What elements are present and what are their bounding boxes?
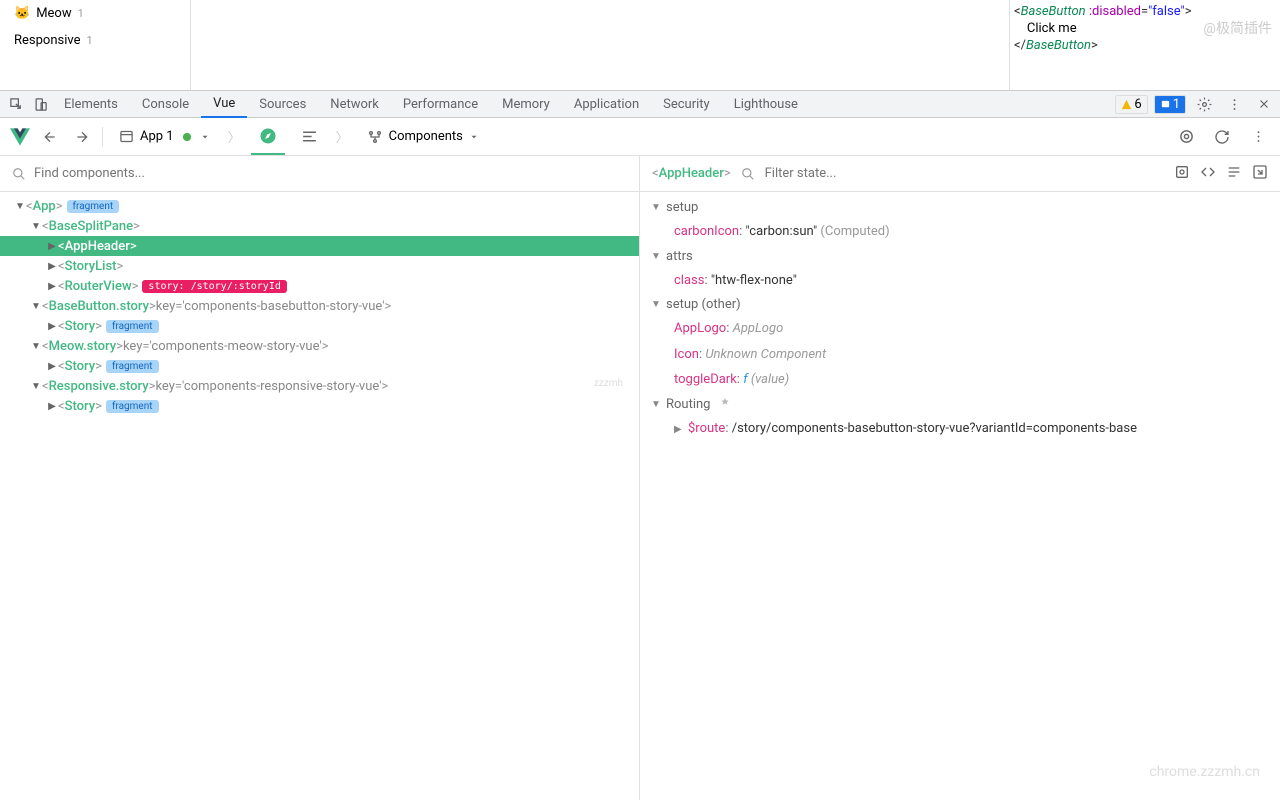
app-label: App 1: [140, 129, 174, 144]
devtools-tab-elements[interactable]: Elements: [52, 90, 130, 118]
state-section-setup[interactable]: ▼setup: [640, 196, 1280, 219]
breadcrumb-sep: 〉: [334, 127, 351, 146]
state-prop-class[interactable]: class: "htw-flex-none": [640, 268, 1280, 294]
sidebar-item-label: Meow: [36, 6, 71, 21]
tree-node-routerview[interactable]: ▶<RouterView>story: /story/:storyId: [0, 276, 639, 296]
preview-area: [190, 0, 1010, 90]
timeline-icon: [301, 128, 318, 145]
tree-icon: [367, 129, 383, 145]
devtools-tab-application[interactable]: Application: [562, 90, 651, 118]
search-icon: [12, 167, 26, 181]
component-tree-panel: zzzmh ▼<App>fragment▼<BaseSplitPane>▶<Ap…: [0, 156, 640, 800]
state-prop-carbonicon[interactable]: carbonIcon: "carbon:sun" (Computed): [640, 219, 1280, 245]
story-sidebar: 🐱 Meow 1 Responsive 1: [0, 0, 190, 90]
state-section-routing[interactable]: ▼Routing: [640, 393, 1280, 416]
tree-node-story[interactable]: ▶<Story>fragment: [0, 396, 639, 416]
state-section-setup--other-[interactable]: ▼setup (other): [640, 293, 1280, 316]
tree-node-story[interactable]: ▶<Story>fragment: [0, 356, 639, 376]
vue-toolbar: App 1 〉 〉 Components: [0, 118, 1280, 156]
status-dot-icon: [180, 130, 194, 144]
timeline-tab[interactable]: [293, 119, 326, 155]
close-icon[interactable]: [1252, 92, 1276, 116]
tree-node-app[interactable]: ▼<App>fragment: [0, 196, 639, 216]
tree-node-basesplitpane[interactable]: ▼<BaseSplitPane>: [0, 216, 639, 236]
app-selector[interactable]: App 1: [111, 119, 218, 155]
state-panel: <AppHeader> ▼setupcarbonIcon: "carbon:su…: [640, 156, 1280, 800]
state-section-attrs[interactable]: ▼attrs: [640, 245, 1280, 268]
code-snippet: @极简插件 <BaseButton :disabled="false"> Cli…: [1010, 0, 1280, 90]
state-prop-$route[interactable]: ▶$route: /story/components-basebutton-st…: [640, 416, 1280, 442]
compass-icon: [259, 127, 277, 145]
sidebar-item-count: 1: [87, 34, 93, 47]
sidebar-item-meow[interactable]: 🐱 Meow 1: [0, 0, 190, 27]
tree-node-meow-story[interactable]: ▼<Meow.story> key='components-meow-story…: [0, 336, 639, 356]
devtools-tab-lighthouse[interactable]: Lighthouse: [722, 90, 810, 118]
selected-component-title: <AppHeader>: [652, 166, 731, 181]
sidebar-item-responsive[interactable]: Responsive 1: [0, 27, 190, 54]
nav-back-icon[interactable]: [38, 125, 62, 149]
tree-search-row: [0, 156, 639, 192]
cat-icon: 🐱: [14, 6, 30, 21]
state-prop-icon[interactable]: Icon: Unknown Component: [640, 342, 1280, 368]
chevron-down-icon: [469, 132, 479, 142]
gear-icon[interactable]: [1192, 92, 1216, 116]
top-area: 🐱 Meow 1 Responsive 1 @极简插件 <BaseButton …: [0, 0, 1280, 90]
device-icon[interactable]: [28, 92, 52, 116]
open-editor-icon[interactable]: [1252, 164, 1268, 184]
devtools-tab-performance[interactable]: Performance: [391, 90, 490, 118]
inspector-compass[interactable]: [251, 119, 285, 155]
vue-logo-icon: [10, 127, 30, 147]
warnings-badge[interactable]: 6: [1115, 95, 1147, 114]
tree-node-appheader[interactable]: ▶<AppHeader>: [0, 236, 639, 256]
components-selector[interactable]: Components: [359, 119, 487, 155]
target-icon[interactable]: [1174, 125, 1198, 149]
watermark-text: zzzmh: [594, 378, 623, 389]
state-body[interactable]: ▼setupcarbonIcon: "carbon:sun" (Computed…: [640, 192, 1280, 800]
devtools-tab-network[interactable]: Network: [318, 90, 391, 118]
devtools-tab-security[interactable]: Security: [651, 90, 722, 118]
state-prop-toggledark[interactable]: toggleDark: f (value): [640, 367, 1280, 393]
sidebar-item-label: Responsive: [14, 33, 81, 48]
tree-node-basebutton-story[interactable]: ▼<BaseButton.story> key='components-base…: [0, 296, 639, 316]
devtools-tab-console[interactable]: Console: [130, 90, 201, 118]
watermark-text: @极简插件: [1203, 18, 1272, 38]
info-badge[interactable]: 1: [1154, 95, 1186, 114]
tree-search-input[interactable]: [34, 166, 627, 181]
components-label: Components: [389, 129, 463, 144]
scroll-to-icon[interactable]: [1174, 164, 1190, 184]
component-tree[interactable]: zzzmh ▼<App>fragment▼<BaseSplitPane>▶<Ap…: [0, 192, 639, 800]
devtools-tab-sources[interactable]: Sources: [247, 90, 318, 118]
tree-node-storylist[interactable]: ▶<StoryList>: [0, 256, 639, 276]
inspect-dom-icon[interactable]: [1226, 164, 1242, 184]
devtools-tab-memory[interactable]: Memory: [490, 90, 562, 118]
devtools-tabs: ElementsConsoleVueSourcesNetworkPerforma…: [52, 90, 810, 118]
refresh-icon[interactable]: [1210, 125, 1234, 149]
kebab-icon[interactable]: [1222, 92, 1246, 116]
sidebar-item-count: 1: [78, 7, 84, 20]
devtools-tab-vue[interactable]: Vue: [201, 90, 247, 118]
window-icon: [119, 129, 134, 144]
search-icon: [741, 167, 755, 181]
breadcrumb-sep: 〉: [226, 127, 243, 146]
chevron-down-icon: [200, 132, 210, 142]
inspect-icon[interactable]: [4, 92, 28, 116]
devtools-tabbar: ElementsConsoleVueSourcesNetworkPerforma…: [0, 90, 1280, 118]
nav-forward-icon[interactable]: [70, 125, 94, 149]
state-header: <AppHeader>: [640, 156, 1280, 192]
state-filter-input[interactable]: [765, 166, 1164, 181]
show-code-icon[interactable]: [1200, 164, 1216, 184]
state-prop-applogo[interactable]: AppLogo: AppLogo: [640, 316, 1280, 342]
watermark-text: chrome.zzzmh.cn: [1149, 764, 1260, 780]
kebab-icon[interactable]: [1246, 125, 1270, 149]
tree-node-story[interactable]: ▶<Story>fragment: [0, 316, 639, 336]
tree-node-responsive-story[interactable]: ▼<Responsive.story> key='components-resp…: [0, 376, 639, 396]
main-split: zzzmh ▼<App>fragment▼<BaseSplitPane>▶<Ap…: [0, 156, 1280, 800]
